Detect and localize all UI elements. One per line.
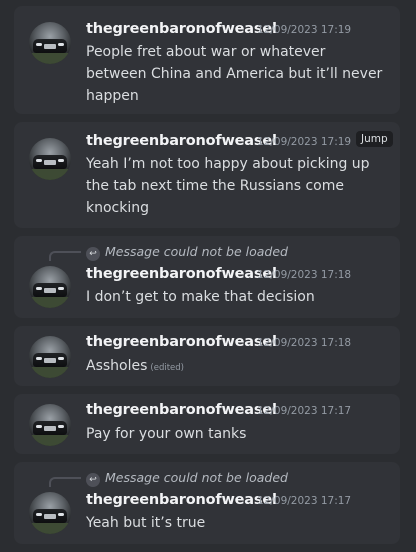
reply-preview[interactable]: ↩ Message could not be loaded [86, 470, 288, 487]
message-text: Yeah I’m not too happy about picking up … [86, 156, 370, 216]
author-name[interactable]: thegreenbaronofweasel [86, 402, 277, 418]
reply-arrow-icon: ↩ [86, 473, 100, 487]
avatar[interactable] [29, 404, 71, 446]
avatar[interactable] [29, 138, 71, 180]
reply-preview[interactable]: ↩ Message could not be loaded [86, 244, 288, 261]
author-name[interactable]: thegreenbaronofweasel [86, 492, 277, 508]
message-feed: thegreenbaronofweasel 12/09/2023 17:19 P… [0, 0, 416, 552]
message-item[interactable]: ↩ Message could not be loaded thegreenbar… [14, 462, 400, 544]
message-item[interactable]: thegreenbaronofweasel 12/09/2023 17:18 A… [14, 326, 400, 386]
message-text: Pay for your own tanks [86, 426, 247, 442]
message-item[interactable]: thegreenbaronofweasel 12/09/2023 17:19 P… [14, 6, 400, 114]
reply-arrow-icon: ↩ [86, 247, 100, 261]
message-timestamp: 12/09/2023 17:18 [257, 269, 352, 281]
message-timestamp: 12/09/2023 17:18 [257, 337, 352, 349]
message-text: Yeah but it’s true [86, 515, 206, 531]
message-item[interactable]: ↩ Message could not be loaded thegreenbar… [14, 236, 400, 318]
message-text: People fret about war or whatever betwee… [86, 44, 383, 104]
jump-button[interactable]: Jump [356, 131, 393, 147]
reply-preview-text: Message could not be loaded [105, 470, 288, 485]
reply-preview-text: Message could not be loaded [105, 244, 288, 259]
author-name[interactable]: thegreenbaronofweasel [86, 21, 277, 37]
message-timestamp: 12/09/2023 17:19 [257, 136, 352, 148]
message-text-body: Assholes [86, 358, 148, 374]
message-timestamp: 12/09/2023 17:17 [257, 495, 352, 507]
reply-spine [49, 477, 81, 487]
message-item[interactable]: thegreenbaronofweasel 12/09/2023 17:19 J… [14, 122, 400, 228]
author-name[interactable]: thegreenbaronofweasel [86, 334, 277, 350]
avatar[interactable] [29, 336, 71, 378]
edited-label: (edited) [150, 363, 184, 373]
message-timestamp: 12/09/2023 17:19 [257, 24, 352, 36]
avatar[interactable] [29, 22, 71, 64]
message-text: Assholes (edited) [86, 355, 388, 379]
avatar[interactable] [29, 492, 71, 534]
avatar[interactable] [29, 266, 71, 308]
author-name[interactable]: thegreenbaronofweasel [86, 133, 277, 149]
message-timestamp: 12/09/2023 17:17 [257, 405, 352, 417]
reply-spine [49, 251, 81, 261]
author-name[interactable]: thegreenbaronofweasel [86, 266, 277, 282]
message-text: I don’t get to make that decision [86, 289, 315, 305]
message-item[interactable]: thegreenbaronofweasel 12/09/2023 17:17 P… [14, 394, 400, 454]
